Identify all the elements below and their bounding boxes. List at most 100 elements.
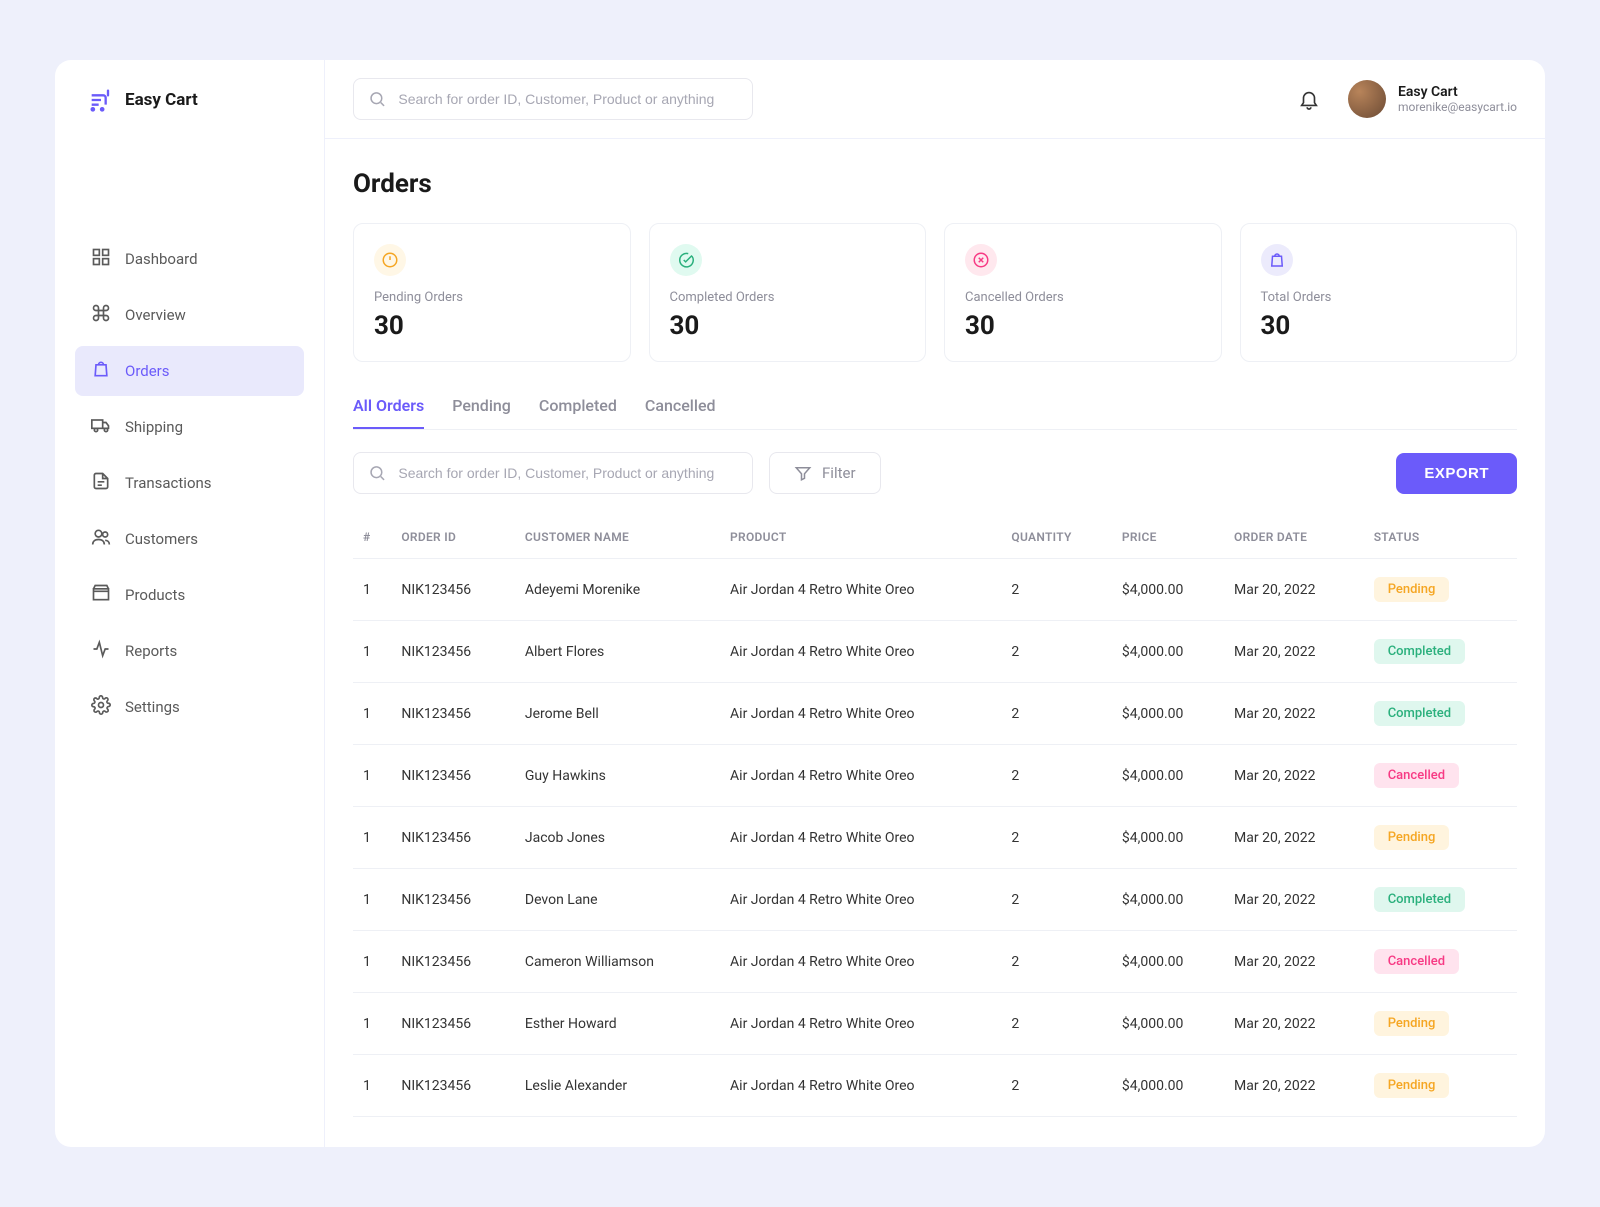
user-menu[interactable]: Easy Cart morenike@easycart.io: [1348, 80, 1517, 118]
logo-icon: [87, 86, 115, 114]
cell-index: 1: [353, 807, 391, 869]
bell-icon[interactable]: [1298, 88, 1320, 110]
cell-date: Mar 20, 2022: [1224, 1055, 1364, 1117]
user-name: Easy Cart: [1398, 84, 1517, 100]
sidebar-item-label: Overview: [125, 306, 186, 324]
cell-customer: Leslie Alexander: [515, 1055, 720, 1117]
table-row[interactable]: 1 NIK123456 Adeyemi Morenike Air Jordan …: [353, 559, 1517, 621]
tab-all-orders[interactable]: All Orders: [353, 396, 424, 429]
table-row[interactable]: 1 NIK123456 Jacob Jones Air Jordan 4 Ret…: [353, 807, 1517, 869]
search-input[interactable]: [398, 91, 738, 107]
status-badge: Pending: [1374, 577, 1450, 602]
cell-date: Mar 20, 2022: [1224, 683, 1364, 745]
sidebar-item-reports[interactable]: Reports: [75, 626, 304, 676]
orders-search-input[interactable]: [398, 465, 738, 481]
tab-cancelled[interactable]: Cancelled: [645, 396, 716, 429]
status-badge: Pending: [1374, 1011, 1450, 1036]
truck-icon: [91, 415, 111, 439]
search-icon: [368, 463, 386, 483]
cell-price: $4,000.00: [1112, 931, 1224, 993]
table-row[interactable]: 1 NIK123456 Guy Hawkins Air Jordan 4 Ret…: [353, 745, 1517, 807]
cell-customer: Devon Lane: [515, 869, 720, 931]
table-row[interactable]: 1 NIK123456 Cameron Williamson Air Jorda…: [353, 931, 1517, 993]
table-row[interactable]: 1 NIK123456 Albert Flores Air Jordan 4 R…: [353, 621, 1517, 683]
stat-label: Cancelled Orders: [965, 290, 1201, 305]
table-row[interactable]: 1 NIK123456 Leslie Alexander Air Jordan …: [353, 1055, 1517, 1117]
orders-search[interactable]: [353, 452, 753, 494]
orders-table: #ORDER IDCUSTOMER NAMEPRODUCTQUANTITYPRI…: [353, 516, 1517, 1117]
cell-price: $4,000.00: [1112, 745, 1224, 807]
sidebar-item-label: Customers: [125, 530, 198, 548]
tabs: All Orders Pending Completed Cancelled: [353, 396, 1517, 430]
cell-product: Air Jordan 4 Retro White Oreo: [720, 869, 1001, 931]
completed-icon: [670, 244, 702, 276]
cell-status: Pending: [1364, 993, 1517, 1055]
col-header: PRICE: [1112, 516, 1224, 559]
cell-date: Mar 20, 2022: [1224, 869, 1364, 931]
status-badge: Pending: [1374, 1073, 1450, 1098]
sidebar-item-label: Orders: [125, 362, 170, 380]
cell-quantity: 2: [1001, 807, 1111, 869]
cell-status: Pending: [1364, 807, 1517, 869]
bag-icon: [91, 359, 111, 383]
cell-index: 1: [353, 745, 391, 807]
cell-index: 1: [353, 1055, 391, 1117]
users-icon: [91, 527, 111, 551]
topbar: Easy Cart morenike@easycart.io: [325, 60, 1545, 139]
cell-quantity: 2: [1001, 993, 1111, 1055]
sidebar-item-shipping[interactable]: Shipping: [75, 402, 304, 452]
sidebar-item-dashboard[interactable]: Dashboard: [75, 234, 304, 284]
sidebar-item-settings[interactable]: Settings: [75, 682, 304, 732]
sidebar-item-label: Reports: [125, 642, 177, 660]
stats-row: Pending Orders 30 Completed Orders 30 Ca…: [353, 223, 1517, 362]
tab-pending[interactable]: Pending: [452, 396, 511, 429]
cell-price: $4,000.00: [1112, 1055, 1224, 1117]
cell-status: Pending: [1364, 1055, 1517, 1117]
cell-status: Completed: [1364, 869, 1517, 931]
table-row[interactable]: 1 NIK123456 Devon Lane Air Jordan 4 Retr…: [353, 869, 1517, 931]
page-title: Orders: [353, 169, 1517, 199]
cell-product: Air Jordan 4 Retro White Oreo: [720, 745, 1001, 807]
cell-quantity: 2: [1001, 931, 1111, 993]
col-header: #: [353, 516, 391, 559]
cell-product: Air Jordan 4 Retro White Oreo: [720, 559, 1001, 621]
pending-icon: [374, 244, 406, 276]
cell-customer: Adeyemi Morenike: [515, 559, 720, 621]
cell-order-id: NIK123456: [391, 807, 515, 869]
sidebar-item-label: Settings: [125, 698, 180, 716]
cell-price: $4,000.00: [1112, 683, 1224, 745]
cell-date: Mar 20, 2022: [1224, 559, 1364, 621]
cell-price: $4,000.00: [1112, 869, 1224, 931]
stat-card-completed: Completed Orders 30: [649, 223, 927, 362]
global-search[interactable]: [353, 78, 753, 120]
status-badge: Completed: [1374, 639, 1465, 664]
status-badge: Completed: [1374, 701, 1465, 726]
sidebar-item-orders[interactable]: Orders: [75, 346, 304, 396]
sidebar: Easy Cart DashboardOverviewOrdersShippin…: [55, 60, 325, 1147]
cell-product: Air Jordan 4 Retro White Oreo: [720, 807, 1001, 869]
cell-order-id: NIK123456: [391, 993, 515, 1055]
status-badge: Completed: [1374, 887, 1465, 912]
sidebar-item-products[interactable]: Products: [75, 570, 304, 620]
sidebar-item-label: Shipping: [125, 418, 183, 436]
app-shell: Easy Cart Dashboard Overview Orders Shippin…: [55, 60, 1545, 1147]
status-badge: Pending: [1374, 825, 1450, 850]
sidebar-item-transactions[interactable]: Transactions: [75, 458, 304, 508]
sidebar-item-overview[interactable]: Overview: [75, 290, 304, 340]
grid-icon: [91, 247, 111, 271]
col-header: PRODUCT: [720, 516, 1001, 559]
filter-button[interactable]: Filter: [769, 452, 881, 494]
box-icon: [91, 583, 111, 607]
table-row[interactable]: 1 NIK123456 Esther Howard Air Jordan 4 R…: [353, 993, 1517, 1055]
stat-value: 30: [965, 311, 1201, 341]
main: Easy Cart morenike@easycart.io Orders Pe…: [325, 60, 1545, 1147]
stat-label: Total Orders: [1261, 290, 1497, 305]
cell-status: Cancelled: [1364, 745, 1517, 807]
sidebar-item-customers[interactable]: Customers: [75, 514, 304, 564]
export-button[interactable]: EXPORT: [1396, 453, 1517, 494]
cell-status: Completed: [1364, 683, 1517, 745]
tab-completed[interactable]: Completed: [539, 396, 617, 429]
table-row[interactable]: 1 NIK123456 Jerome Bell Air Jordan 4 Ret…: [353, 683, 1517, 745]
table-toolbar: Filter EXPORT: [353, 430, 1517, 516]
cell-order-id: NIK123456: [391, 559, 515, 621]
